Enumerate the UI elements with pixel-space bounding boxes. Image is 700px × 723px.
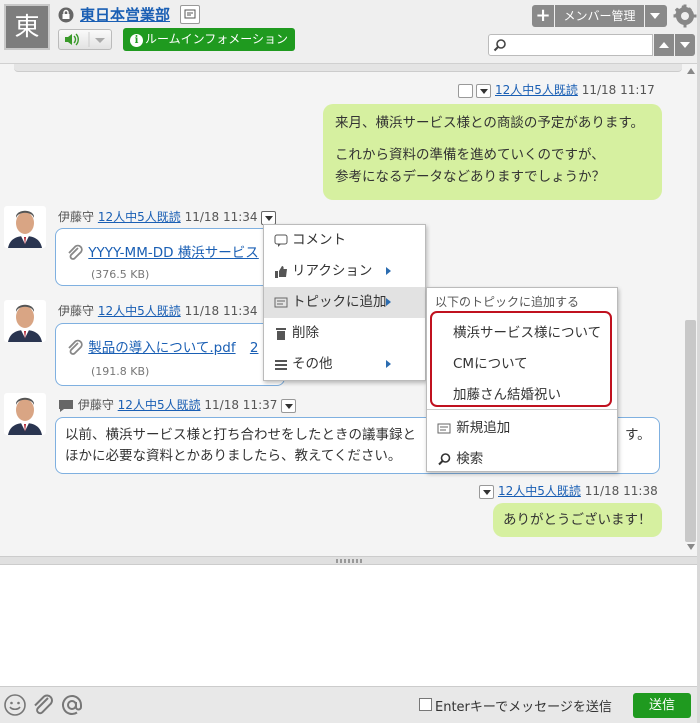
message-menu-button[interactable] [479,484,494,499]
room-header: 東 東日本営業部 i ルームインフォメーション + メンバー管理 [0,0,700,64]
message-meta: 12人中5人既読 11/18 11:38 [479,482,658,499]
room-information-button[interactable]: i ルームインフォメーション [123,28,296,51]
reply-icon [59,399,73,412]
message-meta: 伊藤守 12人中5人既読 11/18 11:37 [58,396,300,413]
submenu-arrow-icon [386,267,391,275]
file-message-bubble: YYYY-MM-DD 横浜サービス (376.5 KB) [55,228,285,286]
attach-icon[interactable] [31,693,55,717]
lock-icon [58,7,74,23]
gear-icon[interactable] [673,4,697,28]
paperclip-icon [68,244,83,260]
message-input[interactable] [0,565,700,685]
menu-item-add-to-topic[interactable]: トピックに追加 [264,287,425,318]
sender-name: 伊藤守 [58,304,95,318]
room-memo-icon[interactable] [180,5,200,24]
enter-to-send-checkbox[interactable] [419,698,432,711]
memo-icon[interactable] [458,83,473,98]
member-management-button[interactable]: メンバー管理 [555,5,644,27]
chevron-down-icon [680,42,690,48]
read-status-link[interactable]: 12人中5人既読 [498,484,581,498]
read-status-link[interactable]: 12人中5人既読 [495,83,578,97]
emoji-icon[interactable] [3,693,27,717]
menu-item-reaction[interactable]: リアクション [264,256,425,287]
message-bubble-mine: ありがとうございます！ [493,503,662,537]
message-bubble-mine: 来月、横浜サービス様との商談の予定があります。 これから資料の準備を進めていくの… [323,104,662,200]
sender-name: 伊藤守 [77,398,114,412]
resize-handle[interactable] [0,556,700,565]
scroll-up-icon[interactable] [687,68,695,74]
menu-item-more[interactable]: その他 [264,349,425,380]
message-search-field[interactable] [488,34,653,56]
topic-icon [437,423,451,433]
chevron-up-icon [659,42,669,48]
search-next-button[interactable] [675,34,695,56]
grip-icon [336,559,364,563]
file-size: (376.5 KB) [91,268,150,281]
submenu-arrow-icon [386,298,391,306]
member-dropdown-button[interactable] [645,5,667,27]
file-link[interactable]: YYYY-MM-DD 横浜サービス [88,245,259,261]
sender-name: 伊藤守 [58,210,95,224]
message-meta: 12人中5人既読 11/18 11:17 [458,81,655,98]
comment-icon [274,234,288,247]
message-search-input[interactable] [511,35,651,55]
scrollbar-thumb[interactable] [685,320,696,542]
notification-toggle[interactable] [58,29,112,50]
topic-search-button[interactable]: 検索 [437,447,483,467]
file-link[interactable]: 製品の導入について.pdf [88,340,235,356]
submenu-arrow-icon [386,360,391,368]
scroll-down-icon[interactable] [687,544,695,550]
read-status-link[interactable]: 12人中5人既読 [98,304,181,318]
trash-icon [276,328,286,340]
menu-item-comment[interactable]: コメント [264,225,425,256]
topic-item[interactable]: CMについて [453,352,528,372]
avatar[interactable] [4,206,46,248]
menu-item-delete[interactable]: 削除 [264,318,425,349]
search-prev-button[interactable] [654,34,674,56]
message-menu-button[interactable] [476,83,491,98]
file-size: (191.8 KB) [91,365,150,378]
avatar[interactable] [4,300,46,342]
divider [427,409,617,410]
hamburger-icon [275,360,287,370]
info-icon: i [130,34,143,47]
message-menu-button[interactable] [281,398,297,413]
message-meta: 伊藤守 12人中5人既読 11/18 11:34 [58,208,280,225]
message-meta: 伊藤守 12人中5人既読 11/18 11:34 [58,304,258,318]
search-icon [438,453,451,466]
topic-icon [274,297,288,308]
room-name[interactable]: 東日本営業部 [80,4,170,25]
paperclip-icon [68,339,83,355]
search-icon [493,39,506,52]
file-message-bubble: 製品の導入について.pdf 2 (191.8 KB) [55,323,285,386]
avatar[interactable] [4,393,46,435]
submenu-heading: 以下のトピックに追加する [435,295,580,309]
message-menu-button[interactable] [261,210,277,225]
new-topic-button[interactable]: 新規追加 [437,416,510,436]
topic-item[interactable]: 加藤さん結婚祝い [453,383,561,403]
composer-toolbar: Enterキーでメッセージを送信 送信 [0,686,700,723]
thumbs-up-icon [275,266,287,278]
chevron-down-icon [650,13,660,19]
enter-to-send-label[interactable]: Enterキーでメッセージを送信 [435,696,612,715]
read-status-link[interactable]: 12人中5人既読 [118,398,201,412]
add-member-button[interactable]: + [532,5,554,27]
room-avatar: 東 [4,4,50,50]
topic-item[interactable]: 横浜サービス様について [453,321,601,341]
topic-submenu: 以下のトピックに追加する 横浜サービス様について CMについて 加藤さん結婚祝い… [426,287,618,472]
send-button[interactable]: 送信 [633,693,691,718]
read-status-link[interactable]: 12人中5人既読 [98,210,181,224]
timeline-top-edge [14,64,682,72]
message-context-menu: コメント リアクション トピックに追加 削除 その他 [263,224,426,381]
mention-icon[interactable] [60,693,84,717]
